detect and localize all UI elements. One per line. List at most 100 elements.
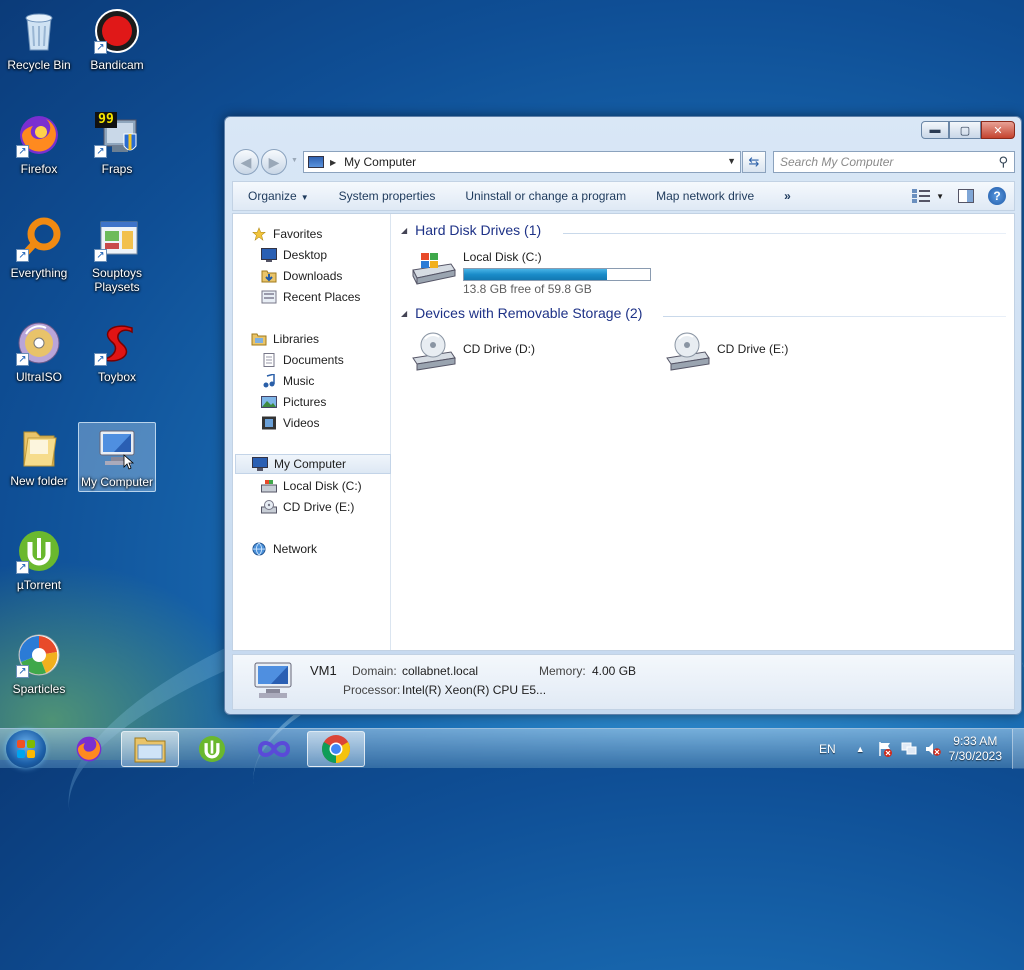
refresh-button[interactable]: ⇆ (742, 151, 766, 173)
drive-e-label: CD Drive (E:) (717, 342, 789, 356)
taskbar-utorrent[interactable] (183, 731, 241, 767)
desktop-icon-sparticles[interactable]: ↗ Sparticles (0, 632, 78, 696)
desktop-icon-ultraiso[interactable]: ↗ UltraISO (0, 320, 78, 384)
forward-arrow-icon: ▶ (268, 153, 280, 170)
map-network-drive-button[interactable]: Map network drive (641, 189, 769, 203)
desktop-icon-my-computer[interactable]: My Computer (78, 422, 156, 492)
preview-pane-icon[interactable] (958, 189, 974, 203)
address-dropdown-icon[interactable]: ▼ (727, 156, 736, 166)
shortcut-arrow-icon: ↗ (16, 145, 29, 158)
shortcut-arrow-icon: ↗ (94, 41, 107, 54)
chevron-down-icon: ▼ (300, 193, 309, 202)
recycle-bin-icon (16, 8, 62, 54)
desktop-icon-label: Bandicam (90, 58, 144, 72)
nav-favorites[interactable]: Favorites (251, 224, 407, 244)
address-text[interactable]: My Computer (344, 155, 416, 169)
taskbar-firefox[interactable] (60, 731, 118, 767)
taskbar: EN ▲ 9:33 AM 7/30/2023 (0, 728, 1024, 769)
explorer-body: Favorites Desktop Downloads Recent Place… (232, 213, 1015, 651)
drive-cd-e[interactable]: CD Drive (E:) (665, 332, 789, 371)
windows-logo-icon (17, 740, 35, 758)
system-tray: EN ▲ 9:33 AM 7/30/2023 (819, 729, 1024, 769)
search-input[interactable]: Search My Computer ⚲ (773, 151, 1015, 173)
start-button[interactable] (6, 730, 46, 768)
show-hidden-icons-icon[interactable]: ▲ (856, 744, 865, 754)
shortcut-arrow-icon: ↗ (16, 353, 29, 366)
navigation-row: ◀ ▶ ▼ ▶ My Computer ▼ ⇆ Search My Comput… (233, 149, 1015, 175)
computer-name: VM1 (310, 663, 337, 678)
utorrent-icon: ↗ (16, 528, 62, 574)
desktop-icon-firefox[interactable]: ↗ Firefox (0, 112, 78, 176)
address-bar[interactable]: ▶ My Computer ▼ (303, 151, 741, 173)
network-status-icon[interactable] (901, 741, 917, 757)
network-globe-icon (252, 542, 266, 556)
hard-drive-icon (411, 250, 457, 286)
sparticles-icon: ↗ (16, 632, 62, 678)
cd-drive-icon (411, 332, 457, 371)
desktop-icon-bandicam[interactable]: ↗ Bandicam (78, 8, 156, 72)
help-icon[interactable]: ? (988, 187, 1006, 205)
maximize-button[interactable]: ▢ (949, 121, 981, 139)
collapse-icon[interactable]: ◢ (401, 226, 407, 235)
desktop-icon-toybox[interactable]: ↗ Toybox (78, 320, 156, 384)
action-center-icon[interactable] (877, 741, 893, 757)
explorer-window[interactable]: ▬ ▢ ✕ ◀ ▶ ▼ ▶ My Computer ▼ ⇆ Search My … (224, 116, 1022, 715)
taskbar-infinity-app[interactable] (245, 731, 303, 767)
system-properties-button[interactable]: System properties (324, 189, 451, 203)
taskbar-explorer[interactable] (121, 731, 179, 767)
desktop-icon-label: Sparticles (12, 682, 66, 696)
drive-local-disk-c[interactable]: Local Disk (C:) 13.8 GB free of 59.8 GB (411, 250, 651, 296)
minimize-button[interactable]: ▬ (921, 121, 949, 139)
show-desktop-button[interactable] (1012, 729, 1024, 769)
desktop-icon-label: Fraps (101, 162, 133, 176)
desktop-icon-utorrent[interactable]: ↗ µTorrent (0, 528, 78, 592)
group-removable-storage[interactable]: ◢ Devices with Removable Storage (2) (401, 305, 642, 321)
desktop-icon-label: Everything (10, 266, 68, 280)
back-button[interactable]: ◀ (233, 149, 259, 175)
clock[interactable]: 9:33 AM 7/30/2023 (949, 734, 1002, 764)
forward-button[interactable]: ▶ (261, 149, 287, 175)
desktop-icon-souptoys[interactable]: ↗ Souptoys Playsets (78, 216, 156, 294)
desktop-icon-new-folder[interactable]: New folder (0, 424, 78, 488)
more-commands-button[interactable]: » (769, 189, 806, 203)
explorer-folder-icon (134, 737, 166, 763)
downloads-folder-icon (261, 270, 277, 283)
uninstall-program-button[interactable]: Uninstall or change a program (450, 189, 641, 203)
nav-network-label: Network (273, 542, 318, 556)
computer-icon (251, 661, 295, 704)
utorrent-icon (198, 735, 226, 763)
shortcut-arrow-icon: ↗ (94, 353, 107, 366)
recent-pages-dropdown-icon[interactable]: ▼ (291, 157, 298, 164)
nav-libraries[interactable]: Libraries (251, 329, 407, 349)
nav-network[interactable]: Network (251, 539, 407, 559)
desktop-icon-recycle-bin[interactable]: Recycle Bin (0, 8, 78, 72)
caption-buttons: ▬ ▢ ✕ (921, 121, 1015, 139)
organize-button[interactable]: Organize ▼ (233, 189, 324, 203)
close-button[interactable]: ✕ (981, 121, 1015, 139)
navigation-pane: Favorites Desktop Downloads Recent Place… (233, 214, 391, 650)
nav-my-computer-label: My Computer (274, 457, 347, 471)
change-view-button[interactable]: ▼ (912, 189, 944, 203)
folder-icon (16, 424, 62, 470)
taskbar-chrome[interactable] (307, 731, 365, 767)
drive-d-label: CD Drive (D:) (463, 342, 535, 356)
group-hard-disk-drives[interactable]: ◢ Hard Disk Drives (1) (401, 222, 541, 238)
search-icon[interactable]: ⚲ (998, 154, 1008, 170)
nav-libraries-label: Libraries (273, 332, 320, 346)
videos-icon (262, 416, 276, 430)
nav-cd-drive-label: CD Drive (E:) (283, 500, 355, 514)
cd-drive-icon (665, 332, 711, 371)
desktop-icon-everything[interactable]: ↗ Everything (0, 216, 78, 280)
volume-muted-icon[interactable] (925, 741, 941, 757)
search-placeholder: Search My Computer (780, 155, 894, 169)
collapse-icon[interactable]: ◢ (401, 309, 407, 318)
fraps-icon: 99 ↗ (94, 112, 140, 158)
nav-my-computer[interactable]: My Computer (235, 454, 391, 474)
firefox-icon (76, 736, 102, 762)
language-indicator[interactable]: EN (819, 742, 836, 756)
desktop-icon-fraps[interactable]: 99 ↗ Fraps (78, 112, 156, 176)
drive-cd-d[interactable]: CD Drive (D:) (411, 332, 535, 371)
nav-downloads-label: Downloads (283, 269, 343, 283)
nav-documents-label: Documents (283, 353, 344, 367)
breadcrumb-separator-icon[interactable]: ▶ (330, 158, 336, 167)
